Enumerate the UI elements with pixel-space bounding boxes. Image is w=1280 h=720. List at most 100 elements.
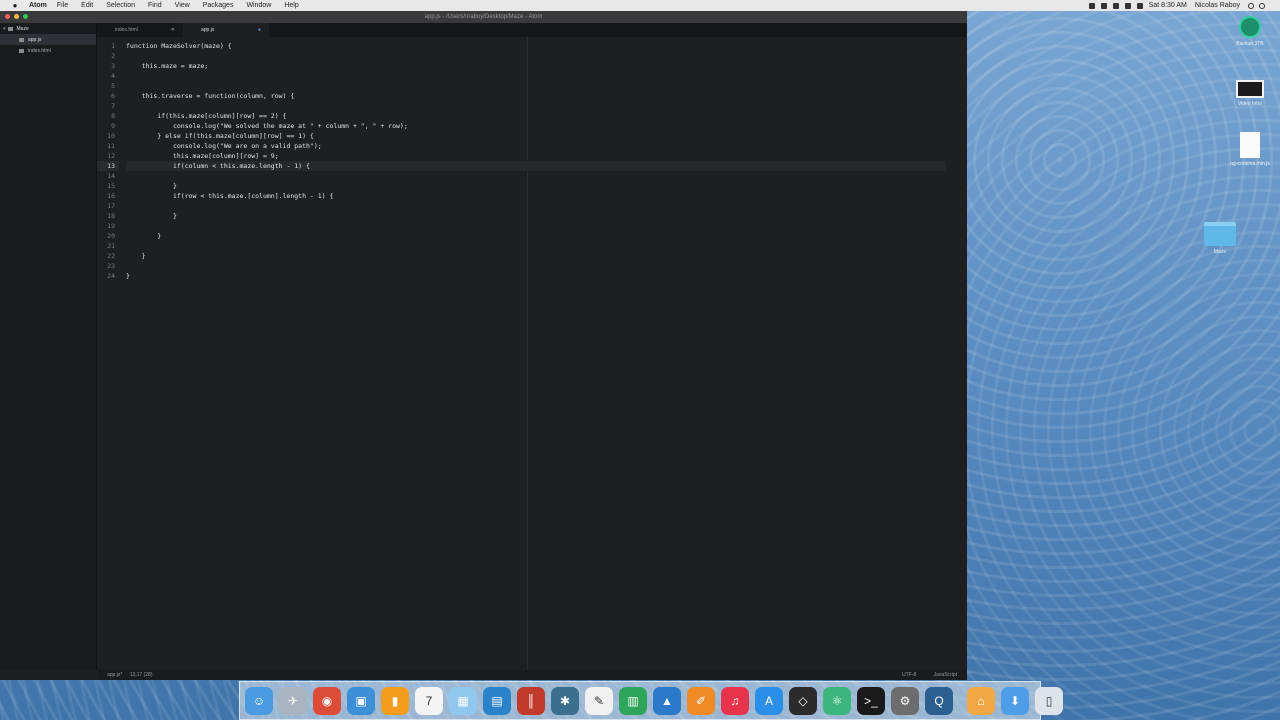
line-number[interactable]: 3	[97, 61, 119, 71]
calendar-icon[interactable]: 7	[415, 686, 443, 715]
home-folder-icon[interactable]: ⌂	[967, 686, 995, 715]
code-line[interactable]: console.log("We solved the maze at " + c…	[126, 121, 946, 131]
user-name[interactable]: Nicolas Raboy	[1195, 2, 1240, 9]
line-number[interactable]: 22	[97, 251, 119, 261]
code-line[interactable]	[126, 81, 946, 91]
textedit-icon[interactable]: ✎	[585, 686, 613, 715]
volume-icon[interactable]	[1124, 2, 1131, 9]
code-line[interactable]: }	[126, 231, 946, 241]
code-line[interactable]	[126, 261, 946, 271]
pages-icon[interactable]: ✐	[687, 686, 715, 715]
line-number[interactable]: 2	[97, 51, 119, 61]
numbers-icon[interactable]: ▥	[619, 686, 647, 715]
unity-icon[interactable]: ◇	[789, 686, 817, 715]
desktop-item-video[interactable]: Video Intro	[1220, 80, 1280, 107]
tree-file-index-html[interactable]: index.html	[0, 45, 96, 56]
photos-icon[interactable]: ▦	[449, 686, 477, 715]
code-area[interactable]: function MazeSolver(maze) { this.maze = …	[126, 41, 946, 281]
notification-center-icon[interactable]	[1259, 2, 1265, 9]
tab-index-html[interactable]: index.html ✕	[97, 23, 183, 37]
code-line[interactable]	[126, 51, 946, 61]
close-window-button[interactable]	[5, 14, 10, 19]
trash-icon[interactable]: ▯	[1035, 686, 1063, 715]
code-line[interactable]: }	[126, 211, 946, 221]
code-line[interactable]: }	[126, 251, 946, 261]
line-number[interactable]: 16	[97, 191, 119, 201]
line-number[interactable]: 14	[97, 171, 119, 181]
downloads-icon[interactable]: ⬇	[1001, 686, 1029, 715]
app-menu-atom[interactable]: Atom	[29, 2, 47, 9]
menu-view[interactable]: View	[175, 2, 190, 9]
bluetooth-icon[interactable]	[1100, 2, 1107, 9]
spotlight-icon[interactable]	[1248, 2, 1254, 9]
code-line[interactable]: }	[126, 271, 946, 281]
code-line[interactable]: this.traverse = function(column, row) {	[126, 91, 946, 101]
desktop-item-backup[interactable]: Backup 3TB	[1220, 16, 1280, 47]
desktop-item-cordova[interactable]: ng-cordova.min.js	[1220, 132, 1280, 167]
code-line[interactable]: if(this.maze[column][row] == 2) {	[126, 111, 946, 121]
line-number[interactable]: 1	[97, 41, 119, 51]
menu-find[interactable]: Find	[148, 2, 162, 9]
preview-icon[interactable]: ▣	[347, 686, 375, 715]
terminal-icon[interactable]: >_	[857, 686, 885, 715]
chrome-icon[interactable]: ◉	[313, 686, 341, 715]
modified-dot-icon[interactable]: ●	[258, 23, 261, 37]
code-line[interactable]: if(row < this.maze.[column].length - 1) …	[126, 191, 946, 201]
code-line[interactable]: console.log("We are on a valid path");	[126, 141, 946, 151]
menu-packages[interactable]: Packages	[203, 2, 234, 9]
line-number[interactable]: 4	[97, 71, 119, 81]
status-file-name[interactable]: app.js*	[107, 672, 122, 678]
line-number[interactable]: 9	[97, 121, 119, 131]
menu-file[interactable]: File	[57, 2, 68, 9]
code-line[interactable]	[126, 221, 946, 231]
line-number[interactable]: 21	[97, 241, 119, 251]
line-number[interactable]: 23	[97, 261, 119, 271]
line-number[interactable]: 5	[97, 81, 119, 91]
launchpad-icon[interactable]: ✈	[279, 686, 307, 715]
code-editor[interactable]: 1 2 3 4 5 6 7 8 9 10 11 12 13 14 15 16 17 18 19 20 21 22 23 24 …	[97, 37, 967, 670]
status-cursor-position[interactable]: 13,17 (28)	[130, 672, 153, 678]
line-number[interactable]: 7	[97, 101, 119, 111]
system-preferences-icon[interactable]: ⚙	[891, 686, 919, 715]
line-number[interactable]: 20	[97, 231, 119, 241]
line-number[interactable]: 24	[97, 271, 119, 281]
line-number[interactable]: 6	[97, 91, 119, 101]
dropbox-icon[interactable]	[1088, 2, 1095, 9]
wifi-icon[interactable]	[1112, 2, 1119, 9]
battery-icon[interactable]	[1136, 2, 1143, 9]
atom-icon[interactable]: ⚛	[823, 686, 851, 715]
tree-folder-maze[interactable]: ▾ Maze	[0, 23, 96, 34]
quicktime-icon[interactable]: Q	[925, 686, 953, 715]
code-line[interactable]	[126, 241, 946, 251]
filezilla-icon[interactable]: ║	[517, 686, 545, 715]
line-number[interactable]: 17	[97, 201, 119, 211]
zoom-window-button[interactable]	[23, 14, 28, 19]
code-line[interactable]	[126, 201, 946, 211]
clock[interactable]: Sat 8:30 AM	[1149, 2, 1187, 9]
sequel-icon[interactable]: ✱	[551, 686, 579, 715]
line-number[interactable]: 12	[97, 151, 119, 161]
line-number-gutter[interactable]: 1 2 3 4 5 6 7 8 9 10 11 12 13 14 15 16 17 18 19 20 21 22 23 24	[97, 41, 119, 281]
status-grammar[interactable]: JavaScript	[934, 672, 957, 678]
minimize-window-button[interactable]	[14, 14, 19, 19]
code-line[interactable]: }	[126, 181, 946, 191]
itunes-icon[interactable]: ♫	[721, 686, 749, 715]
code-line[interactable]	[126, 171, 946, 181]
code-line[interactable]: } else if(this.maze[column][row] == 1) {	[126, 131, 946, 141]
keynote-icon[interactable]: ▲	[653, 686, 681, 715]
code-line[interactable]	[126, 71, 946, 81]
ibooks-icon[interactable]: ▮	[381, 686, 409, 715]
line-number[interactable]: 11	[97, 141, 119, 151]
menu-window[interactable]: Window	[246, 2, 271, 9]
line-number[interactable]: 15	[97, 181, 119, 191]
desktop-item-maze-folder[interactable]: Maze	[1190, 222, 1250, 255]
window-titlebar[interactable]: app.js - /Users/nraboy/Desktop/Maze - At…	[0, 11, 967, 23]
status-encoding[interactable]: UTF-8	[902, 672, 916, 678]
code-line[interactable]: if(column < this.maze.length - 1) {	[126, 161, 946, 171]
app-store-icon[interactable]: A	[755, 686, 783, 715]
code-line[interactable]: function MazeSolver(maze) {	[126, 41, 946, 51]
finder-icon[interactable]: ☺	[245, 686, 273, 715]
close-tab-icon[interactable]: ✕	[171, 23, 175, 37]
screen-capture-icon[interactable]: ▤	[483, 686, 511, 715]
code-line[interactable]	[126, 101, 946, 111]
